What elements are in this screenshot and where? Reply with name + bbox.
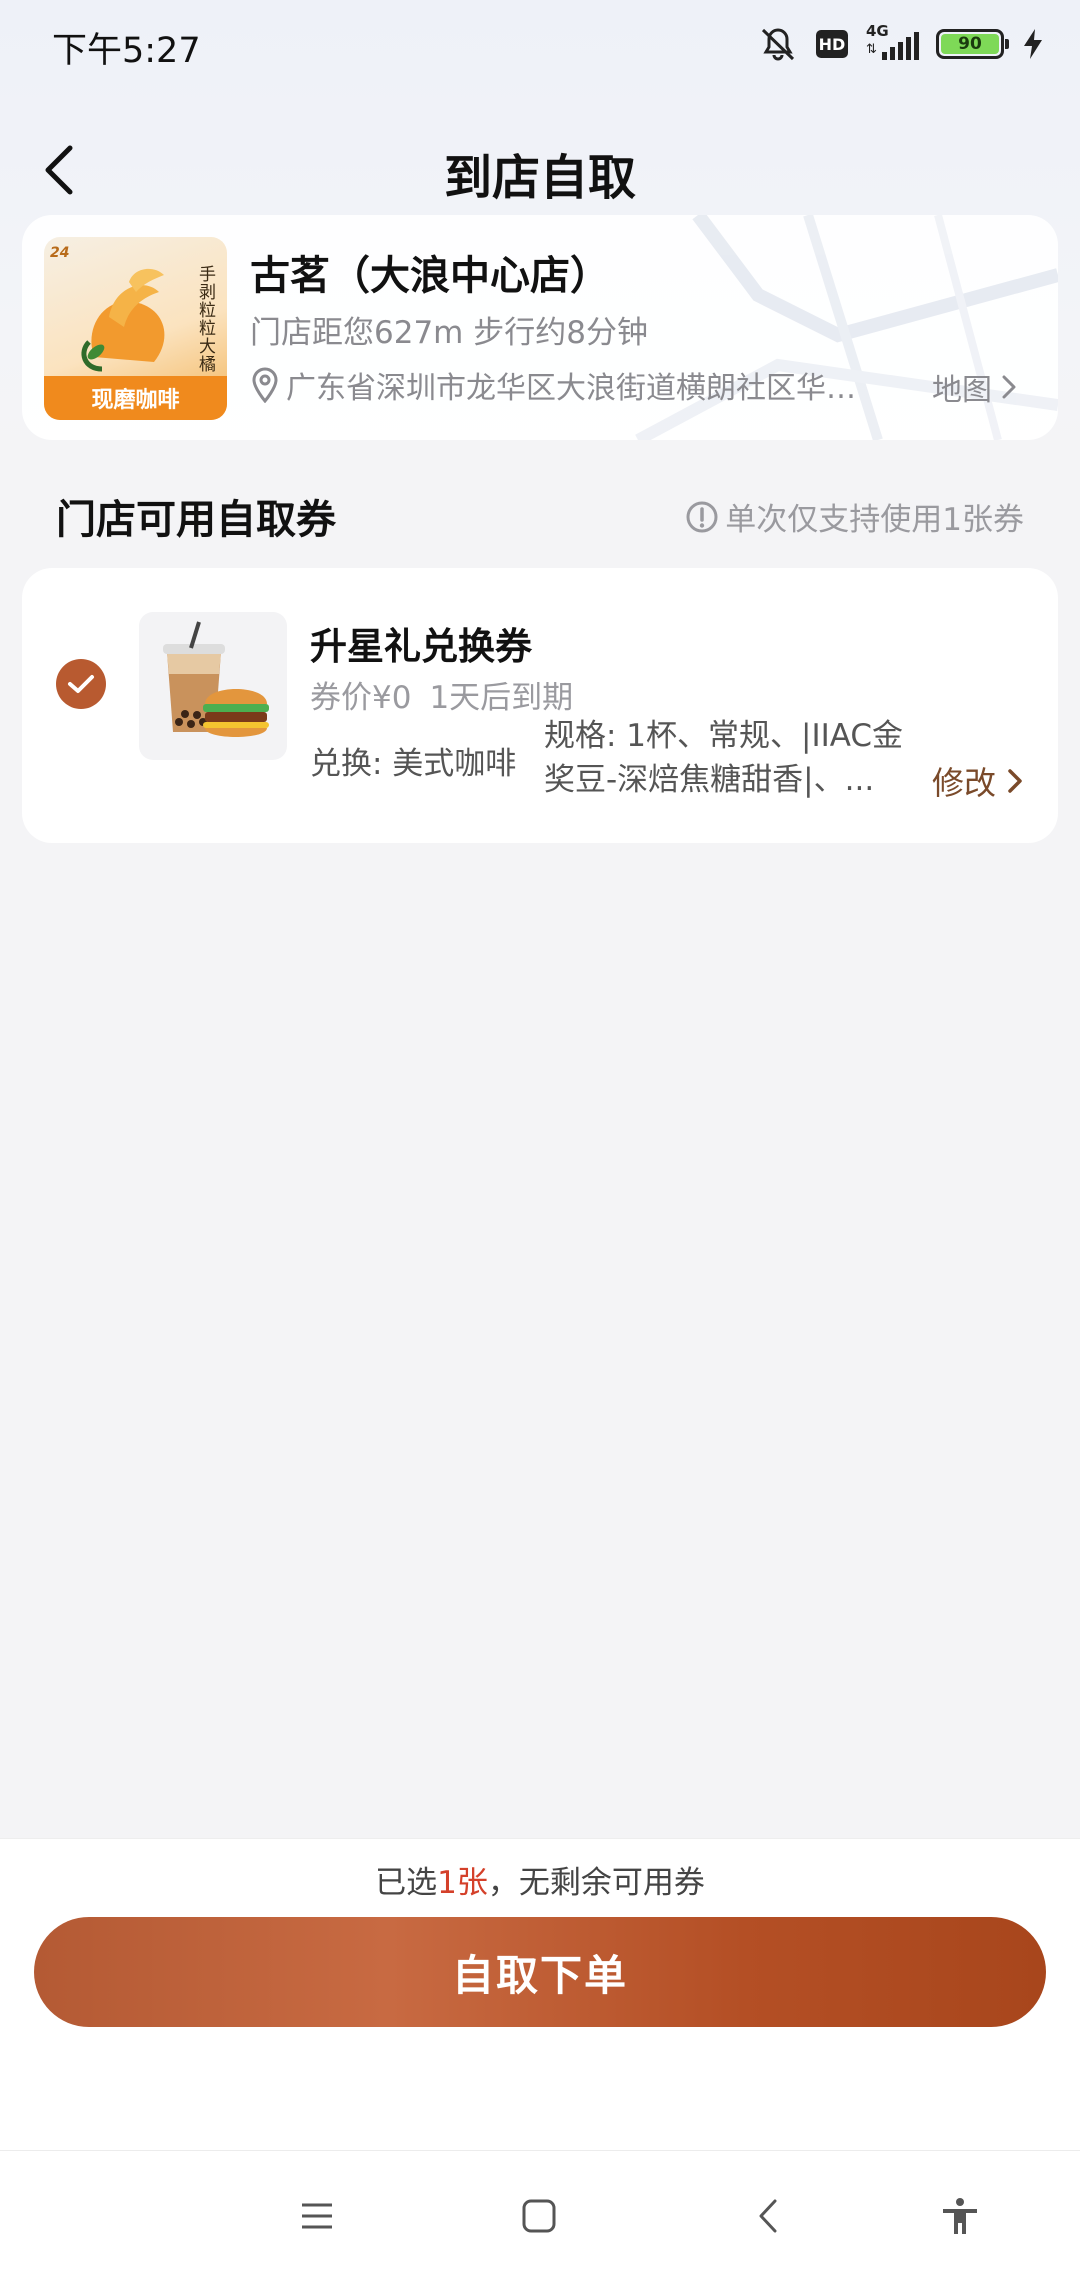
back-icon [759, 2199, 777, 2233]
selection-count: 1张 [437, 1865, 488, 1901]
data-arrows-icon: ⇅ [866, 42, 877, 57]
coupon-image [139, 612, 287, 760]
map-link-label: 地图 [932, 373, 992, 408]
top-navigation: 到店自取 [0, 120, 1080, 220]
store-image: 24 手剥粒粒大橘 现磨咖啡 [44, 237, 227, 420]
pickup-order-button[interactable]: 自取下单 [34, 1917, 1046, 2027]
coupon-exchange-item: 兑换: 美式咖啡 [310, 746, 517, 782]
coupon-meta: 券价¥0 1天后到期 [310, 672, 573, 717]
coupon-expiry: 1天后到期 [429, 680, 574, 716]
system-navigation-bar [0, 2150, 1080, 2280]
coupon-price: 券价¥0 [310, 680, 412, 716]
store-name: 古茗（大浪中心店） [250, 253, 610, 299]
chevron-right-icon [1002, 375, 1016, 399]
section-note-text: 单次仅支持使用1张券 [725, 502, 1024, 538]
map-link[interactable]: 地图 [932, 365, 1018, 409]
selection-prefix: 已选 [375, 1865, 438, 1901]
location-pin-icon [252, 367, 278, 403]
thumb-banner: 现磨咖啡 [44, 376, 227, 420]
store-address: 广东省深圳市龙华区大浪街道横朗社区华兴路5号 [286, 371, 856, 406]
orange-fruit-icon [81, 268, 165, 372]
section-title: 门店可用自取券 [56, 497, 336, 543]
back-nav-button[interactable] [738, 2186, 798, 2246]
signal-bars [882, 32, 919, 60]
accessibility-button[interactable] [930, 2186, 990, 2246]
coupon-spec-line-2: 奖豆-深焙焦糖甜香|、... [544, 762, 875, 798]
store-distance: 门店距您627m 步行约8分钟 [250, 315, 648, 351]
status-time: 下午5:27 [52, 31, 201, 71]
status-bar: 下午5:27 HD 4G ⇅ 90 [0, 0, 1080, 90]
signal-4g-icon: 4G ⇅ [866, 22, 919, 62]
coupon-spec-line-1: 规格: 1杯、常规、|IIAC金 [544, 718, 904, 754]
selection-suffix: ，无剩余可用券 [487, 1865, 705, 1901]
page: 下午5:27 HD 4G ⇅ 90 到店自取 24 手剥粒粒大橘 现磨咖啡 古茗… [0, 0, 1080, 2280]
store-address-row: 广东省深圳市龙华区大浪街道横朗社区华兴路5号 [250, 365, 1040, 406]
coupon-name: 升星礼兑换券 [310, 625, 532, 668]
modify-label: 修改 [931, 764, 996, 802]
menu-button[interactable] [287, 2186, 347, 2246]
thumb-vertical-text: 手剥粒粒大橘 [195, 265, 215, 373]
info-icon [686, 501, 718, 532]
battery-level: 90 [958, 34, 982, 54]
chevron-right-icon [1008, 769, 1022, 793]
menu-icon [302, 2203, 332, 2229]
status-icons: HD 4G ⇅ 90 [758, 22, 1044, 64]
charging-icon [1022, 28, 1044, 60]
coupon-checkbox[interactable] [56, 659, 106, 709]
accessibility-icon [943, 2198, 977, 2234]
coupon-card[interactable]: 升星礼兑换券 券价¥0 1天后到期 兑换: 美式咖啡 规格: 1杯、常规、|II… [22, 568, 1058, 843]
bottom-panel: 已选1张，无剩余可用券 自取下单 [0, 1838, 1080, 2150]
page-title: 到店自取 [443, 150, 636, 206]
selection-summary: 已选1张，无剩余可用券 [0, 1857, 1080, 1902]
home-icon [522, 2199, 556, 2233]
store-card[interactable]: 24 手剥粒粒大橘 现磨咖啡 古茗（大浪中心店） 门店距您627m 步行约8分钟… [22, 215, 1058, 440]
coupon-spec: 规格: 1杯、常规、|IIAC金 奖豆-深焙焦糖甜香|、... [544, 714, 924, 802]
section-note: 单次仅支持使用1张券 [685, 494, 1024, 539]
modify-button[interactable]: 修改 [932, 758, 1024, 804]
alarm-off-icon [758, 26, 798, 62]
drink-and-burger-icon [163, 621, 269, 737]
check-icon [68, 675, 94, 693]
battery-icon: 90 [936, 29, 1009, 59]
home-button[interactable] [509, 2186, 569, 2246]
hd-icon: HD [816, 30, 848, 58]
